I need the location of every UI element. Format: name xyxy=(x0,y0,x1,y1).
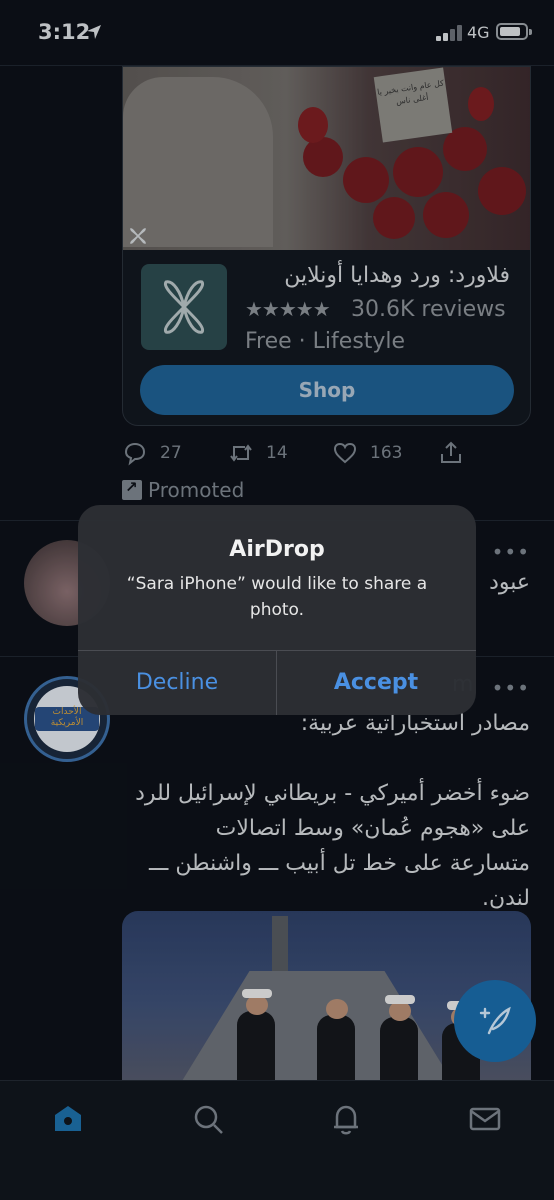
battery-icon xyxy=(496,23,532,40)
shop-button[interactable]: Shop xyxy=(140,365,514,415)
alert-title: AirDrop xyxy=(229,537,325,562)
compose-tweet-button[interactable] xyxy=(454,980,536,1062)
rating-stars: ★★★★★ xyxy=(245,297,331,321)
retweet-action[interactable]: 14 xyxy=(228,438,288,468)
greeting-card-text: كل عام وانت بخير يا أغلى ناس xyxy=(376,78,445,107)
flower xyxy=(478,167,526,215)
tweet-actions: 27 14 163 xyxy=(122,438,531,468)
status-time: 3:12 xyxy=(38,20,91,44)
heart-icon xyxy=(333,442,357,464)
flower xyxy=(343,157,389,203)
search-icon xyxy=(194,1105,223,1134)
flower xyxy=(298,107,328,143)
tab-messages[interactable] xyxy=(467,1101,503,1137)
like-count: 163 xyxy=(370,443,403,463)
decline-button[interactable]: Decline xyxy=(78,651,276,715)
tweet-author-name[interactable]: عبود xyxy=(489,570,530,595)
more-options-icon[interactable]: ••• xyxy=(492,676,530,700)
flower xyxy=(468,87,494,121)
promoted-icon xyxy=(122,478,142,500)
person xyxy=(317,999,355,1081)
reply-action[interactable]: 27 xyxy=(122,438,182,468)
app-meta: Free · Lifestyle xyxy=(245,329,406,354)
compose-feather-icon xyxy=(479,1006,511,1035)
airdrop-alert: AirDrop “Sara iPhone” would like to shar… xyxy=(78,505,476,715)
greeting-card: كل عام وانت بخير يا أغلى ناس xyxy=(373,67,453,143)
flower xyxy=(303,137,343,177)
share-action[interactable] xyxy=(438,438,464,468)
flower-logo-icon xyxy=(163,280,205,334)
retweet-icon xyxy=(230,444,252,462)
home-icon xyxy=(55,1106,81,1131)
more-options-icon[interactable]: ••• xyxy=(492,540,530,564)
person xyxy=(237,989,275,1081)
tweet-text-paragraph: ضوء أخضر أميركي - بريطاني لإسرائيل للرد … xyxy=(135,781,530,911)
ad-image[interactable]: كل عام وانت بخير يا أغلى ناس xyxy=(123,67,530,250)
location-arrow-icon xyxy=(87,25,101,39)
promoted-label: Promoted xyxy=(122,478,244,502)
retweet-count: 14 xyxy=(266,443,288,463)
flower xyxy=(393,147,443,197)
network-label: 4G xyxy=(467,23,490,42)
person xyxy=(380,995,418,1081)
app-icon[interactable] xyxy=(141,264,227,350)
flower xyxy=(373,197,415,239)
pillow-shape xyxy=(123,77,273,247)
brand-logo-icon xyxy=(130,228,146,244)
reply-icon xyxy=(124,442,146,466)
signal-bars-icon xyxy=(436,25,462,41)
tweet-text[interactable]: مصادر استخباراتية عربية: ضوء أخضر أميركي… xyxy=(130,706,530,916)
flower xyxy=(443,127,487,171)
like-action[interactable]: 163 xyxy=(332,438,402,468)
share-icon xyxy=(441,441,461,463)
alert-message: “Sara iPhone” would like to share a phot… xyxy=(126,574,428,620)
flower xyxy=(423,192,469,238)
tab-home[interactable] xyxy=(50,1101,86,1137)
tab-notifications[interactable] xyxy=(328,1101,364,1137)
reply-count: 27 xyxy=(160,443,182,463)
notifications-icon xyxy=(334,1105,358,1135)
status-bar: 3:12 4G xyxy=(0,0,554,66)
tab-bar xyxy=(0,1080,554,1200)
messages-icon xyxy=(469,1107,501,1131)
app-name[interactable]: فلاورد: ورد وهدايا أونلاين xyxy=(284,263,510,288)
accept-button[interactable]: Accept xyxy=(277,651,475,715)
promoted-text: Promoted xyxy=(148,478,245,502)
reviews-count: 30.6K reviews xyxy=(351,297,506,322)
tab-search[interactable] xyxy=(190,1101,226,1137)
promoted-app-card[interactable]: كل عام وانت بخير يا أغلى ناس فلاورد: ورد… xyxy=(122,66,531,426)
